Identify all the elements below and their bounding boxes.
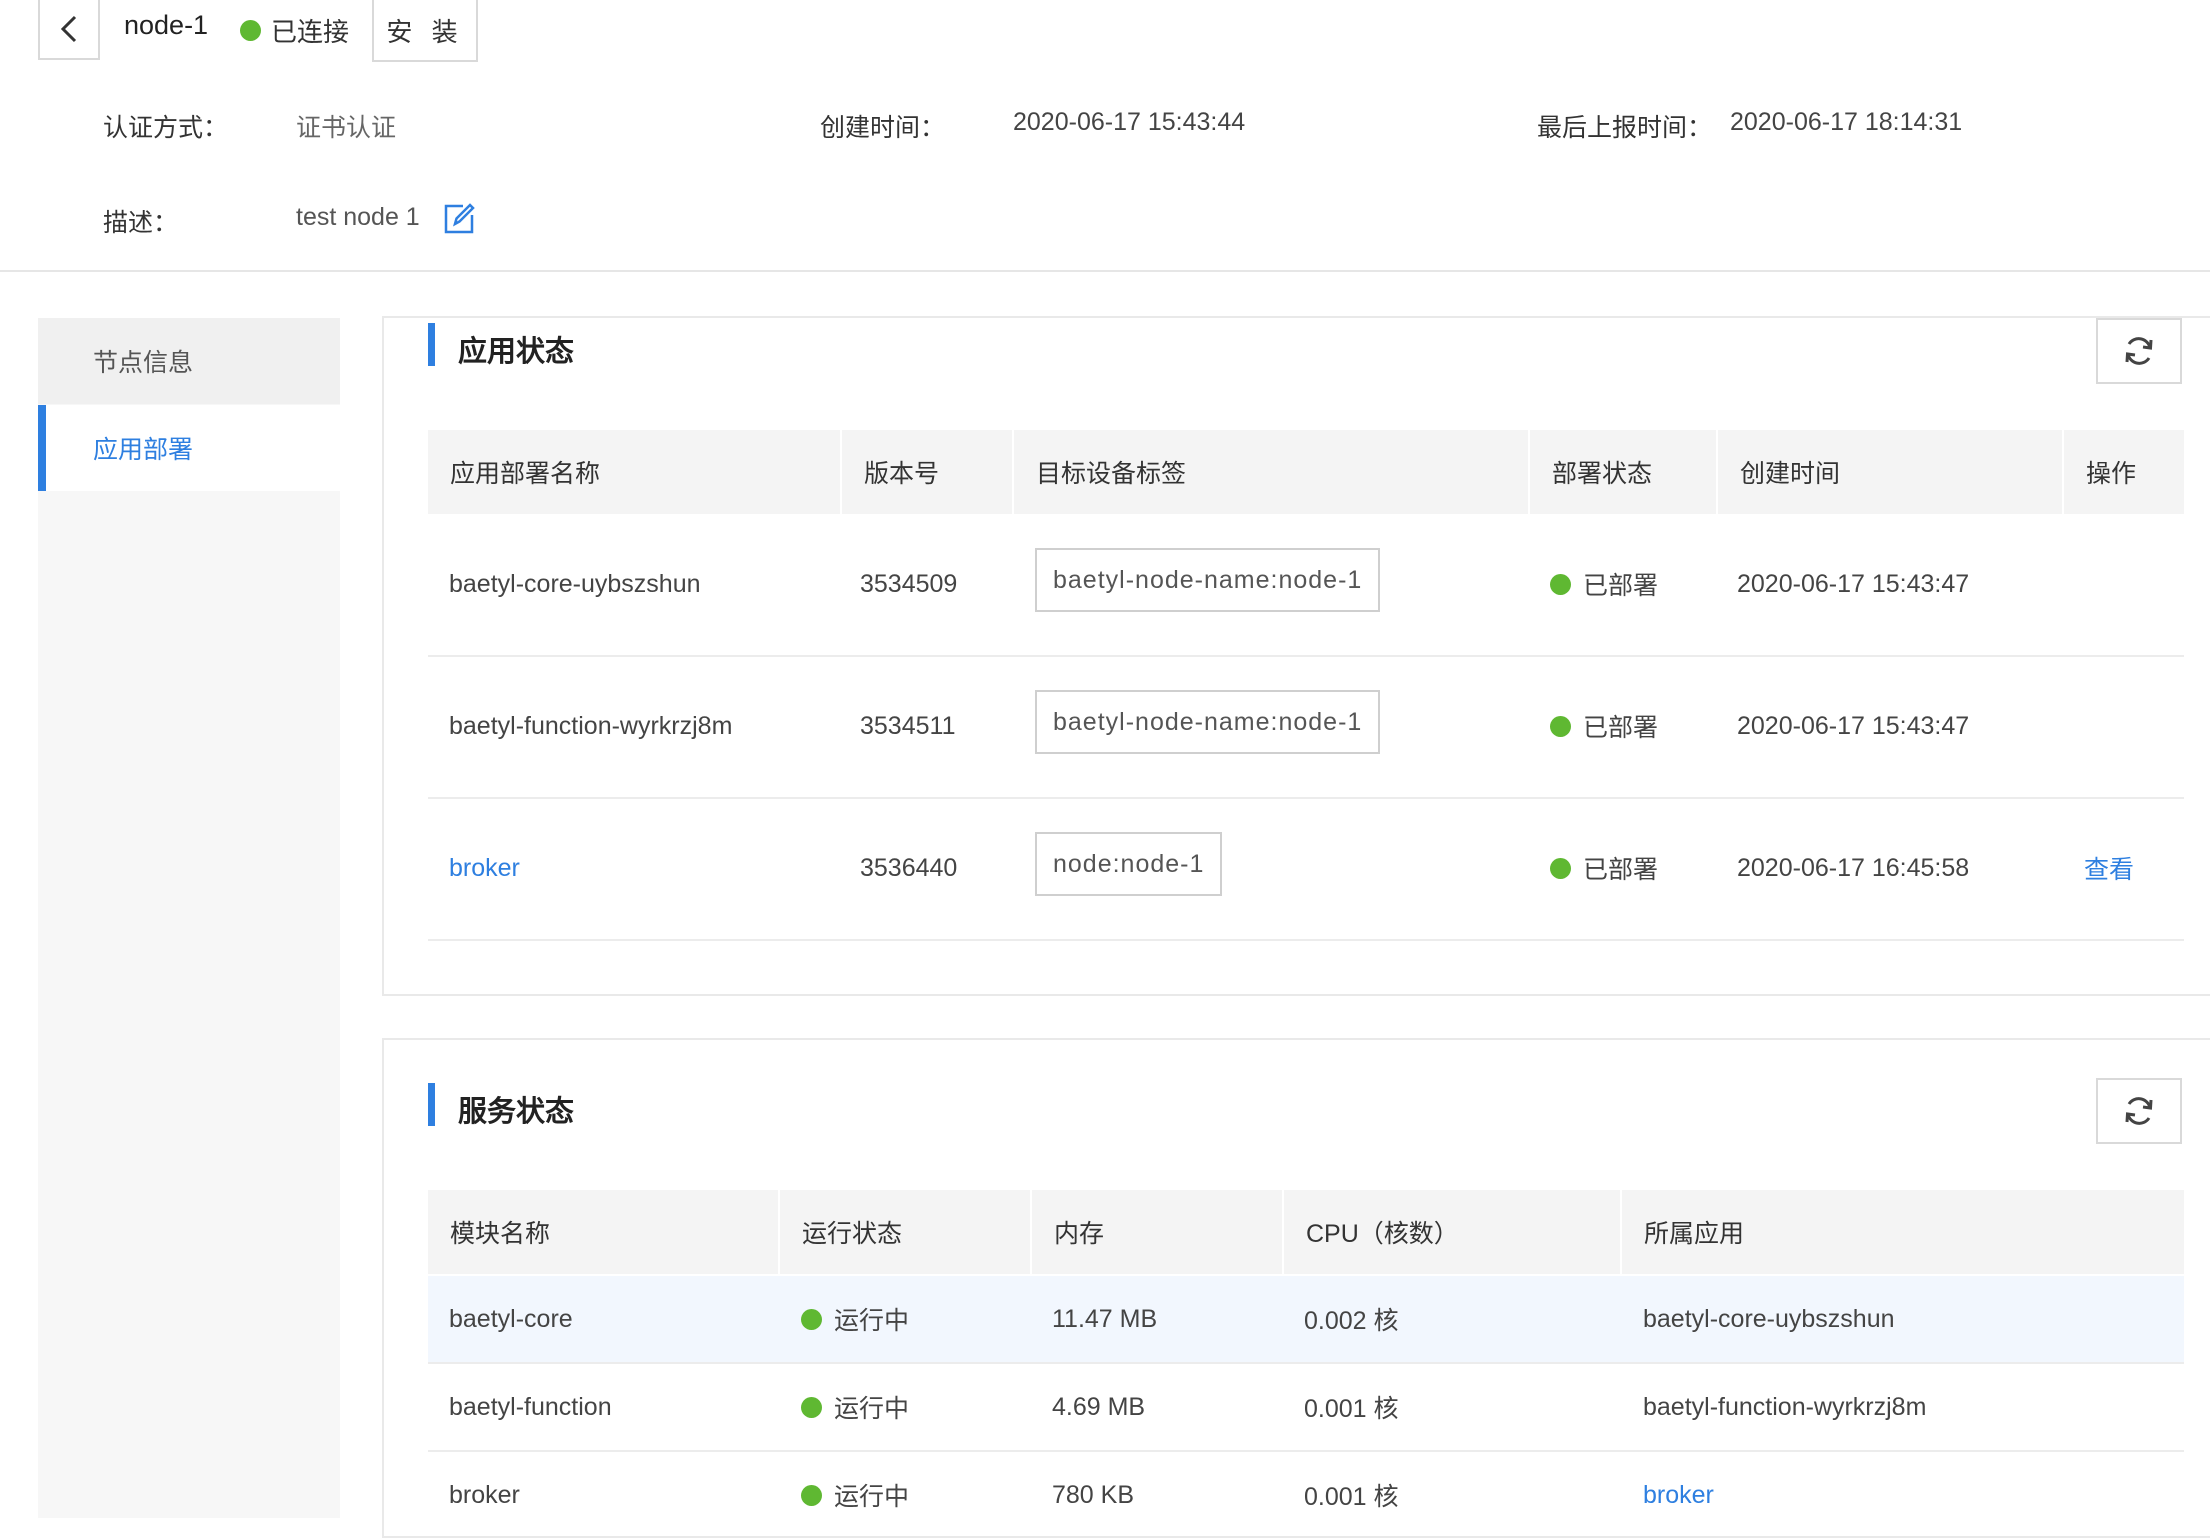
app-row-3-version: 3536440 xyxy=(860,853,958,882)
header-divider xyxy=(0,270,2210,272)
sidebar-item-app-deploy[interactable]: 应用部署 xyxy=(38,405,340,491)
app-row-2-name: baetyl-function-wyrkrzj8m xyxy=(449,711,733,740)
svc-row-1-cpu: 0.002 核 xyxy=(1304,1307,1399,1335)
svc-row-1-module: baetyl-core xyxy=(449,1304,573,1333)
reported-value: 2020-06-17 18:14:31 xyxy=(1730,108,1963,136)
back-button[interactable] xyxy=(38,0,100,60)
node-name: node-1 xyxy=(124,10,209,40)
col-header-version: 版本号 xyxy=(842,430,1012,514)
col-header-run-status: 运行状态 xyxy=(780,1190,1030,1274)
install-button[interactable]: 安 装 xyxy=(372,0,478,62)
app-status-title: 应用状态 xyxy=(458,336,575,368)
app-row-3-created: 2020-06-17 16:45:58 xyxy=(1737,853,1970,882)
section-accent-bar xyxy=(428,323,435,366)
app-row-2-created: 2020-06-17 15:43:47 xyxy=(1737,711,1970,740)
status-label: 已部署 xyxy=(1583,572,1659,600)
col-header-app: 所属应用 xyxy=(1622,1190,2184,1274)
col-header-created: 创建时间 xyxy=(1718,430,2062,514)
created-label: 创建时间： xyxy=(820,114,946,142)
svc-row-3-module: broker xyxy=(449,1480,520,1509)
app-row-1-status: 已部署 xyxy=(1550,542,1658,626)
chevron-left-icon xyxy=(60,15,77,43)
row-divider xyxy=(428,655,2184,657)
status-label: 运行中 xyxy=(834,1483,910,1511)
desc-label: 描述： xyxy=(103,209,179,237)
svc-row-2-module: baetyl-function xyxy=(449,1392,612,1421)
svc-row-3-app-link[interactable]: broker xyxy=(1643,1452,1714,1538)
app-row-1-created: 2020-06-17 15:43:47 xyxy=(1737,569,1970,598)
app-row-3-name-link[interactable]: broker xyxy=(449,826,520,910)
status-dot-icon xyxy=(801,1396,822,1418)
app-row-3-tag: node:node-1 xyxy=(1035,832,1223,896)
service-status-title: 服务状态 xyxy=(458,1096,575,1128)
status-dot-icon xyxy=(1550,857,1571,879)
status-dot-icon xyxy=(1550,573,1571,595)
col-header-memory: 内存 xyxy=(1032,1190,1282,1274)
svc-row-3-memory: 780 KB xyxy=(1052,1480,1135,1509)
app-row-1-name: baetyl-core-uybszshun xyxy=(449,569,701,598)
status-dot-icon xyxy=(801,1484,822,1506)
col-header-action: 操作 xyxy=(2064,430,2184,514)
row-divider xyxy=(428,797,2184,799)
sidebar-item-node-info[interactable]: 节点信息 xyxy=(38,318,340,404)
app-row-1-tag: baetyl-node-name:node-1 xyxy=(1035,548,1381,612)
col-header-app-name: 应用部署名称 xyxy=(428,430,840,514)
auth-label: 认证方式： xyxy=(103,114,229,142)
created-value: 2020-06-17 15:43:44 xyxy=(1013,108,1246,136)
app-row-2-tag: baetyl-node-name:node-1 xyxy=(1035,690,1381,754)
col-header-deploy-status: 部署状态 xyxy=(1530,430,1716,514)
svc-row-2-memory: 4.69 MB xyxy=(1052,1392,1146,1421)
status-label: 运行中 xyxy=(834,1395,910,1423)
status-label: 运行中 xyxy=(834,1307,910,1335)
app-row-1-version: 3534509 xyxy=(860,569,958,598)
connection-status: 已连接 xyxy=(240,12,349,49)
col-header-module: 模块名称 xyxy=(428,1190,778,1274)
svc-row-2-status: 运行中 xyxy=(801,1364,909,1450)
sidebar-item-label: 节点信息 xyxy=(93,349,194,377)
app-status-refresh-button[interactable] xyxy=(2096,318,2182,384)
status-label: 已部署 xyxy=(1583,856,1659,884)
service-status-refresh-button[interactable] xyxy=(2096,1078,2182,1144)
col-header-target-tag: 目标设备标签 xyxy=(1014,430,1528,514)
refresh-icon xyxy=(2125,1097,2153,1125)
status-label: 已部署 xyxy=(1583,714,1659,742)
sidebar-item-label: 应用部署 xyxy=(93,436,194,464)
refresh-icon xyxy=(2125,337,2153,365)
svc-row-1-status: 运行中 xyxy=(801,1276,909,1362)
svc-row-3-status: 运行中 xyxy=(801,1452,909,1538)
sidebar: 节点信息 应用部署 xyxy=(38,318,340,1518)
reported-label: 最后上报时间： xyxy=(1537,114,1713,142)
app-row-2-status: 已部署 xyxy=(1550,684,1658,768)
connection-status-label: 已连接 xyxy=(271,17,350,47)
desc-value: test node 1 xyxy=(296,203,420,231)
section-accent-bar xyxy=(428,1083,435,1126)
app-row-3-status: 已部署 xyxy=(1550,826,1658,910)
svc-row-3-cpu: 0.001 核 xyxy=(1304,1483,1399,1511)
svc-row-1-app: baetyl-core-uybszshun xyxy=(1643,1304,1895,1333)
row-divider xyxy=(428,939,2184,941)
edit-icon[interactable] xyxy=(443,203,475,235)
svc-row-1-memory: 11.47 MB xyxy=(1052,1304,1158,1333)
auth-value: 证书认证 xyxy=(296,114,397,142)
status-dot-icon xyxy=(1550,715,1571,737)
app-row-2-version: 3534511 xyxy=(860,711,956,740)
svc-row-2-cpu: 0.001 核 xyxy=(1304,1395,1399,1423)
view-link[interactable]: 查看 xyxy=(2084,826,2134,910)
col-header-cpu: CPU（核数） xyxy=(1284,1190,1620,1274)
svc-row-2-app: baetyl-function-wyrkrzj8m xyxy=(1643,1392,1927,1421)
status-dot-icon xyxy=(240,20,261,41)
status-dot-icon xyxy=(801,1308,822,1330)
